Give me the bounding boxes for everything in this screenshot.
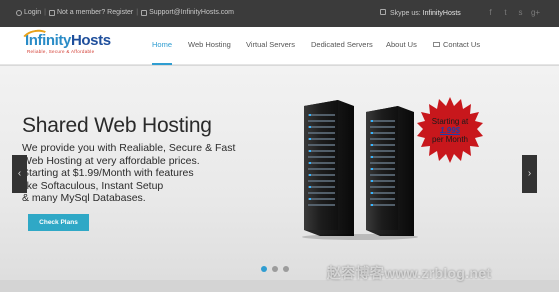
site-header: InfinityHosts Reliable, Secure & Afforda… bbox=[0, 27, 559, 65]
nav-about-us[interactable]: About Us bbox=[386, 27, 417, 65]
hero-description: We provide you with Realiable, Secure & … bbox=[22, 142, 282, 205]
google-plus-icon[interactable]: g+ bbox=[530, 7, 541, 18]
twitter-icon[interactable]: t bbox=[500, 7, 511, 18]
skype-icon[interactable]: s bbox=[515, 7, 526, 18]
logo-tagline: Reliable, Secure & Affordable bbox=[27, 49, 95, 54]
next-slide-arrow[interactable]: › bbox=[522, 155, 537, 193]
badge-price: 1.99$ bbox=[439, 126, 461, 135]
prev-slide-arrow[interactable]: ‹ bbox=[12, 155, 27, 193]
carousel-dot-3[interactable] bbox=[283, 266, 289, 272]
skype-name: InfinityHosts bbox=[422, 10, 461, 17]
register-link[interactable]: Register bbox=[107, 9, 133, 16]
top-bar-left: Login | Not a member? Register | Support… bbox=[16, 9, 234, 16]
check-plans-button[interactable]: Check Plans bbox=[28, 214, 89, 231]
divider: | bbox=[136, 9, 139, 16]
nav-web-hosting[interactable]: Web Hosting bbox=[188, 27, 231, 65]
badge-starting-at: Starting at bbox=[431, 117, 469, 126]
message-icon bbox=[433, 41, 440, 47]
watermark: 赵容博客www.zrblog.net bbox=[327, 265, 492, 281]
hero-description-line: Starting at $1.99/Month with features bbox=[22, 167, 194, 179]
hero-description-line: & many MySql Databases. bbox=[22, 192, 146, 204]
support-email-link[interactable]: Support@InfinityHosts.com bbox=[149, 9, 234, 16]
nav-contact-us[interactable]: Contact Us bbox=[433, 27, 480, 65]
envelope-icon bbox=[141, 9, 148, 16]
divider: | bbox=[44, 9, 46, 16]
nav-home[interactable]: Home bbox=[152, 27, 173, 65]
skype-label: Skype us: bbox=[389, 10, 421, 17]
checkbox-icon bbox=[48, 9, 55, 16]
top-bar: Login | Not a member? Register | Support… bbox=[0, 0, 559, 27]
skype-small-icon bbox=[380, 9, 386, 15]
badge-per-month: per Month bbox=[431, 135, 469, 144]
nav-virtual-servers[interactable]: Virtual Servers bbox=[246, 27, 295, 65]
price-badge: Starting at 1.99$ per Month bbox=[416, 96, 484, 164]
site-logo[interactable]: InfinityHosts Reliable, Secure & Afforda… bbox=[19, 27, 125, 61]
hero-title: Shared Web Hosting bbox=[22, 114, 212, 137]
nav-dedicated-servers[interactable]: Dedicated Servers bbox=[311, 27, 373, 65]
hero-description-line: like Softaculous, Instant Setup bbox=[22, 179, 164, 192]
hero-description-line: We provide you with Realiable, Secure & … bbox=[22, 142, 236, 154]
not-member-text: Not a member? bbox=[56, 9, 106, 16]
user-icon bbox=[16, 9, 22, 16]
carousel-dot-1[interactable] bbox=[261, 266, 267, 272]
skype-contact: Skype us: InfinityHosts bbox=[380, 9, 461, 17]
carousel-dot-2[interactable] bbox=[272, 266, 278, 272]
facebook-icon[interactable]: f bbox=[485, 7, 496, 18]
login-link[interactable]: Login bbox=[24, 9, 41, 16]
logo-hosts: Hosts bbox=[70, 32, 111, 49]
hero-description-line: Web Hosting at very affordable prices. bbox=[22, 154, 200, 167]
